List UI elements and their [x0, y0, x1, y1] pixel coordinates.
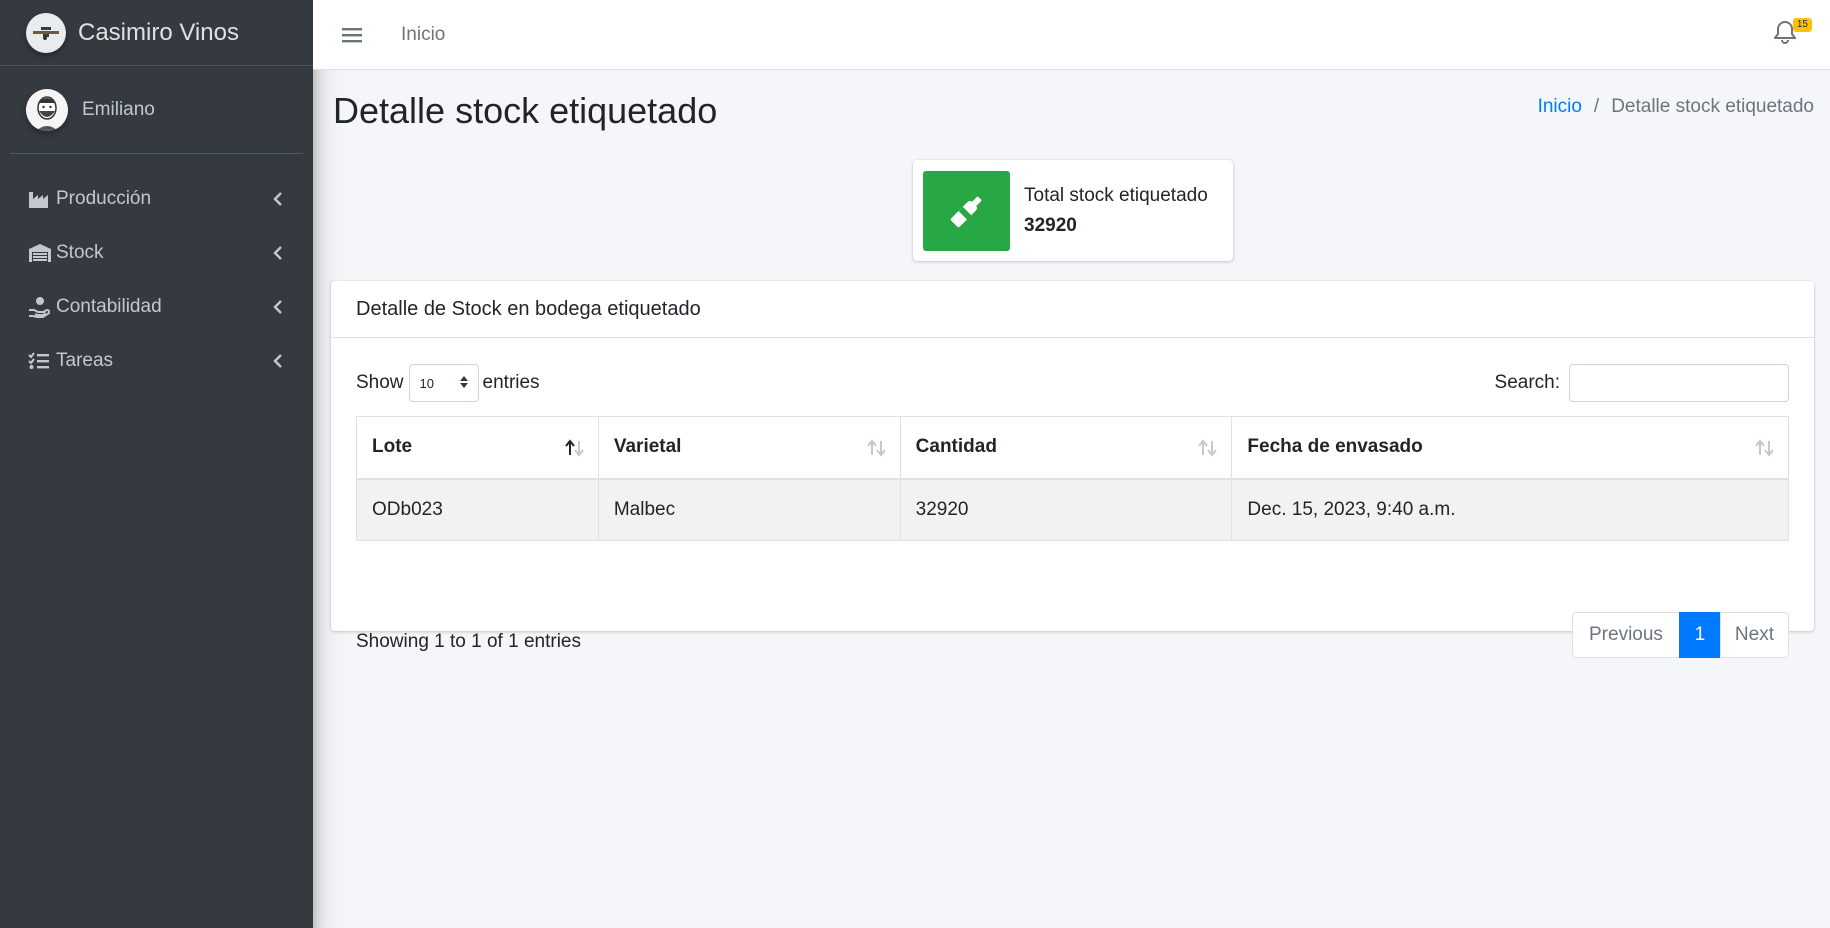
content-wrapper: Detalle stock etiquetado Inicio / Detall… — [313, 70, 1830, 928]
sort-icon — [1197, 439, 1219, 457]
breadcrumb-separator: / — [1593, 96, 1600, 117]
user-panel[interactable]: Emiliano — [10, 66, 303, 154]
info-box-value: 32920 — [1024, 214, 1077, 236]
column-header-varietal[interactable]: Varietal — [597, 416, 901, 480]
sort-icon — [1754, 439, 1776, 457]
notifications-button[interactable]: 15 — [1773, 18, 1812, 48]
page-title: Detalle stock etiquetado — [333, 90, 718, 131]
chevron-left-icon — [271, 190, 285, 208]
info-box-content: Total stock etiquetado 32920 — [1024, 181, 1208, 241]
wine-bottle-icon — [923, 170, 1010, 251]
top-navbar: Inicio 15 — [313, 0, 1830, 70]
table-search: Search: — [1495, 364, 1789, 402]
column-label: Varietal — [613, 436, 682, 458]
entries-length: Show 10 entries — [356, 364, 540, 402]
bell-icon — [1773, 20, 1797, 48]
search-input[interactable] — [1569, 364, 1789, 402]
entries-select[interactable]: 10 — [408, 364, 479, 402]
brand-name: Casimiro Vinos — [78, 18, 239, 46]
sort-caret-icon — [459, 375, 468, 391]
pagination-next[interactable]: Next — [1719, 612, 1789, 658]
sidebar-item-label: Producción — [56, 188, 152, 209]
avatar — [26, 88, 68, 131]
chevron-left-icon — [271, 298, 285, 316]
search-label: Search: — [1494, 372, 1560, 393]
entries-label: entries — [482, 372, 540, 393]
brand-link[interactable]: Casimiro Vinos — [0, 0, 313, 66]
nav-link-inicio[interactable]: Inicio — [401, 24, 445, 46]
column-header-cantidad[interactable]: Cantidad — [899, 416, 1233, 480]
column-label: Fecha de envasado — [1247, 436, 1423, 458]
menu-toggle-icon[interactable] — [337, 20, 367, 50]
table-info: Showing 1 to 1 of 1 entries — [356, 631, 581, 652]
breadcrumb-home[interactable]: Inicio — [1538, 96, 1582, 118]
sidebar-item-label: Stock — [56, 242, 104, 263]
brand-logo — [26, 12, 66, 53]
tasks-icon — [28, 349, 52, 373]
sidebar: Casimiro Vinos Emiliano Producción Stock… — [0, 0, 313, 928]
cell-fecha: Dec. 15, 2023, 9:40 a.m. — [1231, 478, 1789, 541]
breadcrumb-current: Detalle stock etiquetado — [1611, 96, 1814, 117]
user-name: Emiliano — [82, 98, 155, 120]
hand-holding-dollar-icon — [28, 295, 52, 319]
entries-select-value: 10 — [419, 375, 434, 391]
card-title: Detalle de Stock en bodega etiquetado — [331, 281, 1814, 338]
sidebar-item-label: Contabilidad — [56, 296, 162, 317]
sidebar-item-produccion[interactable]: Producción — [0, 172, 313, 226]
industry-icon — [28, 187, 52, 211]
chevron-left-icon — [271, 352, 285, 370]
column-label: Lote — [372, 436, 413, 458]
column-label: Cantidad — [915, 436, 997, 458]
warehouse-icon — [28, 241, 52, 265]
pagination-previous[interactable]: Previous — [1572, 612, 1680, 658]
sort-icon — [866, 439, 888, 457]
breadcrumb: Inicio / Detalle stock etiquetado — [1538, 96, 1814, 118]
stock-table: Lote Varietal Cantidad Fecha de envasado… — [356, 416, 1789, 541]
pagination: Previous 1 Next — [1572, 612, 1789, 658]
sidebar-item-stock[interactable]: Stock — [0, 226, 313, 280]
stock-card: Detalle de Stock en bodega etiquetado Sh… — [331, 281, 1814, 658]
sort-asc-icon — [564, 439, 586, 457]
show-label: Show — [356, 372, 404, 393]
pagination-page[interactable]: 1 — [1678, 612, 1721, 658]
chevron-left-icon — [271, 244, 285, 262]
cell-lote: ODb023 — [356, 478, 599, 541]
table-header-row: Lote Varietal Cantidad Fecha de envasado — [356, 416, 1789, 480]
column-header-lote[interactable]: Lote — [356, 416, 599, 480]
info-box-label: Total stock etiquetado — [1024, 184, 1208, 206]
cell-cantidad: 32920 — [899, 478, 1233, 541]
notification-badge: 15 — [1792, 18, 1812, 32]
column-header-fecha[interactable]: Fecha de envasado — [1231, 416, 1789, 480]
sidebar-item-label: Tareas — [56, 350, 114, 371]
sidebar-item-contabilidad[interactable]: Contabilidad — [0, 280, 313, 334]
sidebar-item-tareas[interactable]: Tareas — [0, 334, 313, 388]
info-box: Total stock etiquetado 32920 — [913, 160, 1233, 261]
cell-varietal: Malbec — [597, 478, 901, 541]
sidebar-nav: Producción Stock Contabilidad Tareas — [0, 172, 313, 388]
table-row: ODb023 Malbec 32920 Dec. 15, 2023, 9:40 … — [356, 478, 1789, 541]
